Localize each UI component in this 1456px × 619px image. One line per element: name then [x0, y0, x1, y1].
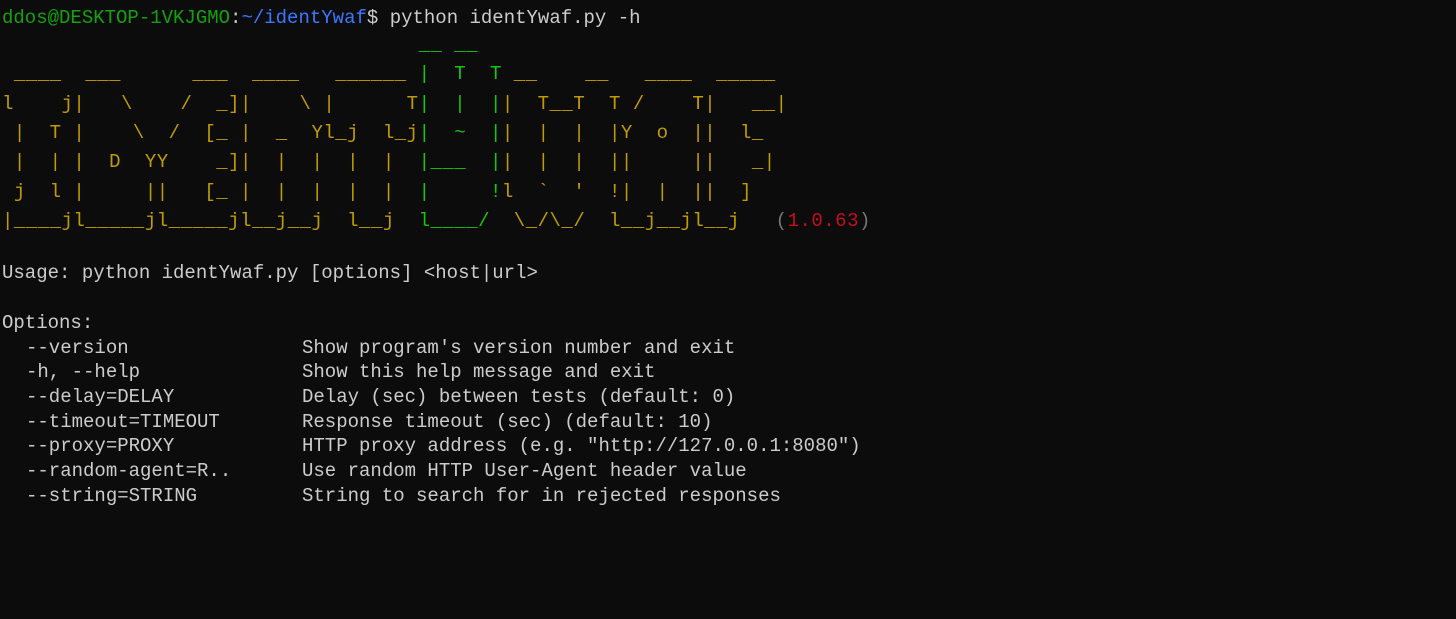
option-row: --versionShow program's version number a…: [2, 336, 1454, 361]
options-header: Options:: [2, 312, 93, 334]
prompt-colon: :: [230, 7, 241, 29]
option-flag: --random-agent=R..: [2, 459, 302, 484]
option-flag: --timeout=TIMEOUT: [2, 410, 302, 435]
option-flag: --string=STRING: [2, 484, 302, 509]
usage-line: Usage: python identYwaf.py [options] <ho…: [2, 262, 538, 284]
option-row: --proxy=PROXYHTTP proxy address (e.g. "h…: [2, 434, 1454, 459]
terminal-output[interactable]: ddos@DESKTOP-1VKJGMO:~/identYwaf$ python…: [2, 6, 1454, 508]
option-desc: HTTP proxy address (e.g. "http://127.0.0…: [302, 434, 1454, 459]
ascii-banner: __ __ ____ ___ ___ ____ ______ | T T __ …: [2, 31, 1454, 237]
prompt-dollar: $: [367, 7, 390, 29]
option-row: --delay=DELAYDelay (sec) between tests (…: [2, 385, 1454, 410]
option-row: --random-agent=R..Use random HTTP User-A…: [2, 459, 1454, 484]
option-flag: -h, --help: [2, 360, 302, 385]
option-desc: Use random HTTP User-Agent header value: [302, 459, 1454, 484]
option-flag: --delay=DELAY: [2, 385, 302, 410]
option-row: --timeout=TIMEOUTResponse timeout (sec) …: [2, 410, 1454, 435]
option-desc: Response timeout (sec) (default: 10): [302, 410, 1454, 435]
option-desc: String to search for in rejected respons…: [302, 484, 1454, 509]
option-row: --string=STRINGString to search for in r…: [2, 484, 1454, 509]
option-flag: --version: [2, 336, 302, 361]
prompt-line: ddos@DESKTOP-1VKJGMO:~/identYwaf$ python…: [2, 7, 641, 29]
version-paren-close: ): [859, 210, 871, 232]
option-row: -h, --helpShow this help message and exi…: [2, 360, 1454, 385]
option-desc: Show this help message and exit: [302, 360, 1454, 385]
option-desc: Show program's version number and exit: [302, 336, 1454, 361]
command-text: python identYwaf.py -h: [390, 7, 641, 29]
version-paren-open: (: [764, 210, 788, 232]
prompt-at: @: [48, 7, 59, 29]
prompt-user: ddos: [2, 7, 48, 29]
prompt-path: ~/identYwaf: [241, 7, 366, 29]
prompt-host: DESKTOP-1VKJGMO: [59, 7, 230, 29]
option-desc: Delay (sec) between tests (default: 0): [302, 385, 1454, 410]
version-number: 1.0.63: [788, 210, 859, 232]
option-flag: --proxy=PROXY: [2, 434, 302, 459]
